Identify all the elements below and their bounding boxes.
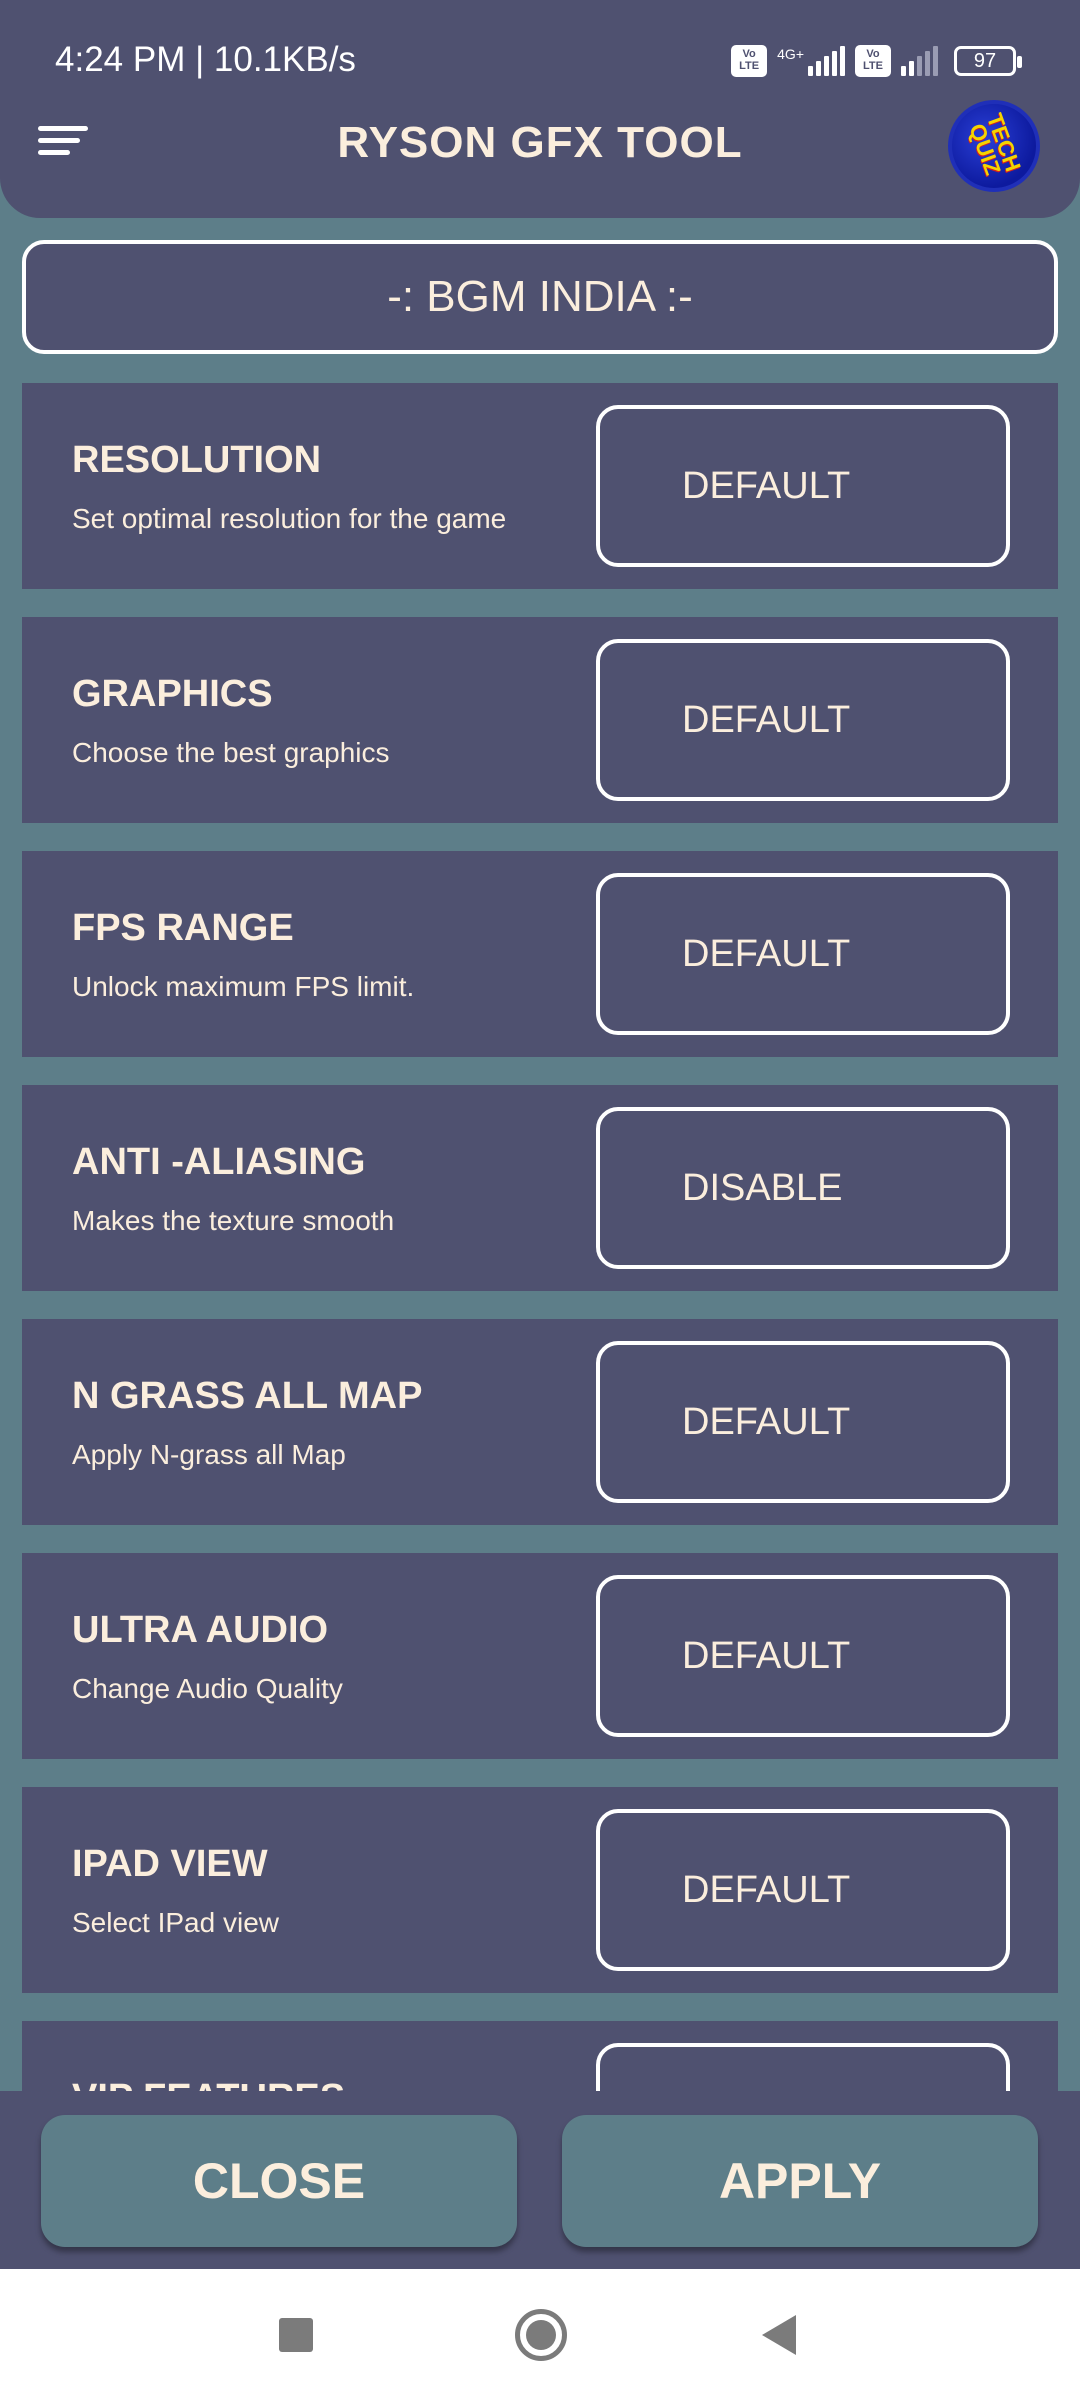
home-icon[interactable] <box>515 2309 567 2361</box>
apply-button[interactable]: APPLY <box>562 2115 1038 2247</box>
back-icon[interactable] <box>762 2315 796 2355</box>
signal-strength-icon <box>808 46 845 76</box>
n-grass-select-button[interactable]: DEFAULT <box>596 1341 1010 1503</box>
setting-title: GRAPHICS <box>72 673 273 715</box>
setting-description: Select IPad view <box>72 1907 279 1938</box>
setting-row-resolution: RESOLUTION Set optimal resolution for th… <box>22 383 1058 589</box>
setting-title: ULTRA AUDIO <box>72 1609 329 1651</box>
setting-description: Makes the texture smooth <box>72 1205 395 1236</box>
battery-level: 97 <box>973 50 997 72</box>
setting-title: FPS RANGE <box>72 907 294 949</box>
setting-row-ultra-audio: ULTRA AUDIO Change Audio Quality DEFAULT <box>22 1553 1058 1759</box>
setting-description: Set optimal resolution for the game <box>72 503 507 534</box>
app-title: RYSON GFX TOOL <box>337 118 743 167</box>
server-label: -: BGM INDIA :- <box>387 272 693 321</box>
resolution-select-button[interactable]: DEFAULT <box>596 405 1010 567</box>
server-selector[interactable]: -: BGM INDIA :- <box>22 240 1058 354</box>
setting-title: IPAD VIEW <box>72 1843 268 1885</box>
volte-icon-2: Vo LTE <box>855 45 891 77</box>
setting-row-graphics: GRAPHICS Choose the best graphics DEFAUL… <box>22 617 1058 823</box>
action-bar: CLOSE APPLY <box>0 2091 1080 2269</box>
setting-title: N GRASS ALL MAP <box>72 1375 423 1417</box>
setting-title: VIP FEATURES <box>72 2077 345 2091</box>
recent-apps-icon[interactable] <box>279 2318 313 2352</box>
close-button[interactable]: CLOSE <box>41 2115 517 2247</box>
setting-row-n-grass: N GRASS ALL MAP Apply N-grass all Map DE… <box>22 1319 1058 1525</box>
battery-icon: 97 <box>954 46 1022 76</box>
setting-description: Choose the best graphics <box>72 737 390 768</box>
tech-quiz-logo[interactable]: TECH QUIZ <box>948 100 1040 192</box>
volte-icon: Vo LTE <box>731 45 768 77</box>
ipad-view-select-button[interactable]: DEFAULT <box>596 1809 1010 1971</box>
logo-text: TECH QUIZ <box>964 109 1026 179</box>
status-icons: Vo LTE 4G+ Vo LTE 97 <box>731 40 1022 82</box>
settings-list[interactable]: RESOLUTION Set optimal resolution for th… <box>22 383 1058 2091</box>
setting-description: Change Audio Quality <box>72 1673 343 1704</box>
system-navigation-bar <box>0 2269 1080 2400</box>
setting-title: RESOLUTION <box>72 439 322 481</box>
setting-row-anti-aliasing: ANTI -ALIASING Makes the texture smooth … <box>22 1085 1058 1291</box>
setting-description: Unlock maximum FPS limit. <box>72 971 415 1002</box>
graphics-select-button[interactable]: DEFAULT <box>596 639 1010 801</box>
setting-title: ANTI -ALIASING <box>72 1141 366 1183</box>
setting-description: Apply N-grass all Map <box>72 1439 346 1470</box>
setting-row-ipad-view: IPAD VIEW Select IPad view DEFAULT <box>22 1787 1058 1993</box>
setting-row-vip-features: VIP FEATURES <box>22 2021 1058 2091</box>
anti-aliasing-select-button[interactable]: DISABLE <box>596 1107 1010 1269</box>
app-header: 4:24 PM | 10.1KB/s Vo LTE 4G+ Vo LTE 97 … <box>0 0 1080 218</box>
ultra-audio-select-button[interactable]: DEFAULT <box>596 1575 1010 1737</box>
signal-strength-icon-2 <box>901 46 938 76</box>
setting-row-fps-range: FPS RANGE Unlock maximum FPS limit. DEFA… <box>22 851 1058 1057</box>
vip-features-select-button[interactable] <box>596 2043 1010 2091</box>
fps-range-select-button[interactable]: DEFAULT <box>596 873 1010 1035</box>
network-type: 4G+ <box>777 46 804 62</box>
status-time: 4:24 PM | 10.1KB/s <box>55 40 356 79</box>
